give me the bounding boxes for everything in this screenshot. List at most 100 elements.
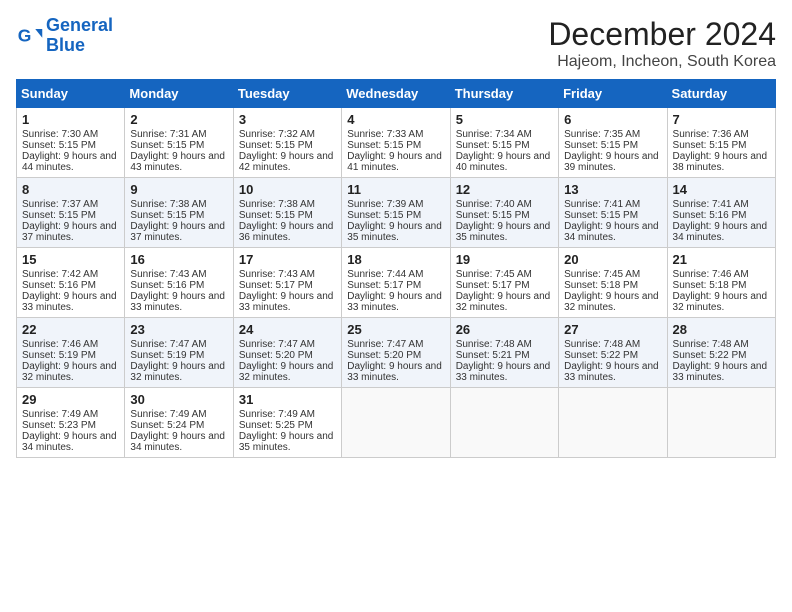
daylight-text: Daylight: 9 hours and 44 minutes.	[22, 151, 119, 173]
sunrise-text: Sunrise: 7:49 AM	[22, 409, 119, 420]
day-number: 20	[564, 252, 661, 267]
daylight-text: Daylight: 9 hours and 32 minutes.	[22, 361, 119, 383]
sunrise-text: Sunrise: 7:41 AM	[673, 199, 770, 210]
daylight-text: Daylight: 9 hours and 34 minutes.	[564, 221, 661, 243]
calendar-cell: 2Sunrise: 7:31 AMSunset: 5:15 PMDaylight…	[125, 108, 233, 178]
sunset-text: Sunset: 5:15 PM	[239, 140, 336, 151]
daylight-text: Daylight: 9 hours and 33 minutes.	[347, 291, 444, 313]
day-number: 10	[239, 182, 336, 197]
day-number: 15	[22, 252, 119, 267]
sunset-text: Sunset: 5:17 PM	[347, 280, 444, 291]
sunrise-text: Sunrise: 7:37 AM	[22, 199, 119, 210]
sunrise-text: Sunrise: 7:30 AM	[22, 129, 119, 140]
sunrise-text: Sunrise: 7:48 AM	[456, 339, 553, 350]
calendar-cell: 13Sunrise: 7:41 AMSunset: 5:15 PMDayligh…	[559, 178, 667, 248]
calendar-cell: 10Sunrise: 7:38 AMSunset: 5:15 PMDayligh…	[233, 178, 341, 248]
sunrise-text: Sunrise: 7:32 AM	[239, 129, 336, 140]
calendar-cell	[667, 388, 775, 458]
day-number: 23	[130, 322, 227, 337]
sunset-text: Sunset: 5:16 PM	[130, 280, 227, 291]
weekday-header-tuesday: Tuesday	[233, 80, 341, 108]
calendar-week-row: 22Sunrise: 7:46 AMSunset: 5:19 PMDayligh…	[17, 318, 776, 388]
calendar-cell: 29Sunrise: 7:49 AMSunset: 5:23 PMDayligh…	[17, 388, 125, 458]
sunrise-text: Sunrise: 7:49 AM	[239, 409, 336, 420]
day-number: 11	[347, 182, 444, 197]
sunrise-text: Sunrise: 7:46 AM	[673, 269, 770, 280]
sunset-text: Sunset: 5:17 PM	[456, 280, 553, 291]
calendar-week-row: 1Sunrise: 7:30 AMSunset: 5:15 PMDaylight…	[17, 108, 776, 178]
daylight-text: Daylight: 9 hours and 37 minutes.	[22, 221, 119, 243]
calendar-cell: 18Sunrise: 7:44 AMSunset: 5:17 PMDayligh…	[342, 248, 450, 318]
sunrise-text: Sunrise: 7:38 AM	[130, 199, 227, 210]
sunset-text: Sunset: 5:22 PM	[673, 350, 770, 361]
sunset-text: Sunset: 5:22 PM	[564, 350, 661, 361]
day-number: 14	[673, 182, 770, 197]
sunrise-text: Sunrise: 7:47 AM	[239, 339, 336, 350]
page-header: G General Blue December 2024 Hajeom, Inc…	[16, 16, 776, 71]
daylight-text: Daylight: 9 hours and 39 minutes.	[564, 151, 661, 173]
daylight-text: Daylight: 9 hours and 37 minutes.	[130, 221, 227, 243]
calendar-cell: 7Sunrise: 7:36 AMSunset: 5:15 PMDaylight…	[667, 108, 775, 178]
sunrise-text: Sunrise: 7:49 AM	[130, 409, 227, 420]
calendar-cell: 14Sunrise: 7:41 AMSunset: 5:16 PMDayligh…	[667, 178, 775, 248]
day-number: 2	[130, 112, 227, 127]
calendar-cell: 3Sunrise: 7:32 AMSunset: 5:15 PMDaylight…	[233, 108, 341, 178]
title-block: December 2024 Hajeom, Incheon, South Kor…	[548, 16, 776, 71]
logo-text: General Blue	[46, 16, 113, 56]
sunset-text: Sunset: 5:15 PM	[130, 210, 227, 221]
calendar-week-row: 15Sunrise: 7:42 AMSunset: 5:16 PMDayligh…	[17, 248, 776, 318]
sunrise-text: Sunrise: 7:33 AM	[347, 129, 444, 140]
day-number: 16	[130, 252, 227, 267]
calendar-cell: 21Sunrise: 7:46 AMSunset: 5:18 PMDayligh…	[667, 248, 775, 318]
daylight-text: Daylight: 9 hours and 36 minutes.	[239, 221, 336, 243]
calendar-cell: 9Sunrise: 7:38 AMSunset: 5:15 PMDaylight…	[125, 178, 233, 248]
calendar-cell: 24Sunrise: 7:47 AMSunset: 5:20 PMDayligh…	[233, 318, 341, 388]
daylight-text: Daylight: 9 hours and 32 minutes.	[564, 291, 661, 313]
sunset-text: Sunset: 5:15 PM	[347, 210, 444, 221]
day-number: 18	[347, 252, 444, 267]
day-number: 28	[673, 322, 770, 337]
calendar-cell: 27Sunrise: 7:48 AMSunset: 5:22 PMDayligh…	[559, 318, 667, 388]
sunrise-text: Sunrise: 7:47 AM	[347, 339, 444, 350]
sunset-text: Sunset: 5:25 PM	[239, 420, 336, 431]
calendar-cell: 8Sunrise: 7:37 AMSunset: 5:15 PMDaylight…	[17, 178, 125, 248]
calendar-cell: 20Sunrise: 7:45 AMSunset: 5:18 PMDayligh…	[559, 248, 667, 318]
daylight-text: Daylight: 9 hours and 35 minutes.	[456, 221, 553, 243]
sunrise-text: Sunrise: 7:39 AM	[347, 199, 444, 210]
sunrise-text: Sunrise: 7:41 AM	[564, 199, 661, 210]
daylight-text: Daylight: 9 hours and 32 minutes.	[130, 361, 227, 383]
sunset-text: Sunset: 5:18 PM	[673, 280, 770, 291]
calendar-cell: 4Sunrise: 7:33 AMSunset: 5:15 PMDaylight…	[342, 108, 450, 178]
sunset-text: Sunset: 5:19 PM	[22, 350, 119, 361]
weekday-header-monday: Monday	[125, 80, 233, 108]
day-number: 12	[456, 182, 553, 197]
sunrise-text: Sunrise: 7:31 AM	[130, 129, 227, 140]
day-number: 19	[456, 252, 553, 267]
sunrise-text: Sunrise: 7:40 AM	[456, 199, 553, 210]
daylight-text: Daylight: 9 hours and 33 minutes.	[130, 291, 227, 313]
sunset-text: Sunset: 5:15 PM	[456, 140, 553, 151]
sunrise-text: Sunrise: 7:42 AM	[22, 269, 119, 280]
sunset-text: Sunset: 5:24 PM	[130, 420, 227, 431]
logo-line1: General	[46, 15, 113, 35]
sunrise-text: Sunrise: 7:48 AM	[673, 339, 770, 350]
location: Hajeom, Incheon, South Korea	[548, 53, 776, 71]
sunrise-text: Sunrise: 7:34 AM	[456, 129, 553, 140]
daylight-text: Daylight: 9 hours and 33 minutes.	[347, 361, 444, 383]
daylight-text: Daylight: 9 hours and 35 minutes.	[239, 431, 336, 453]
sunset-text: Sunset: 5:18 PM	[564, 280, 661, 291]
sunrise-text: Sunrise: 7:36 AM	[673, 129, 770, 140]
sunset-text: Sunset: 5:15 PM	[564, 210, 661, 221]
calendar-cell: 6Sunrise: 7:35 AMSunset: 5:15 PMDaylight…	[559, 108, 667, 178]
calendar-week-row: 8Sunrise: 7:37 AMSunset: 5:15 PMDaylight…	[17, 178, 776, 248]
weekday-header-friday: Friday	[559, 80, 667, 108]
day-number: 17	[239, 252, 336, 267]
day-number: 22	[22, 322, 119, 337]
month-title: December 2024	[548, 16, 776, 53]
sunset-text: Sunset: 5:15 PM	[456, 210, 553, 221]
daylight-text: Daylight: 9 hours and 43 minutes.	[130, 151, 227, 173]
day-number: 31	[239, 392, 336, 407]
day-number: 21	[673, 252, 770, 267]
daylight-text: Daylight: 9 hours and 42 minutes.	[239, 151, 336, 173]
sunrise-text: Sunrise: 7:35 AM	[564, 129, 661, 140]
